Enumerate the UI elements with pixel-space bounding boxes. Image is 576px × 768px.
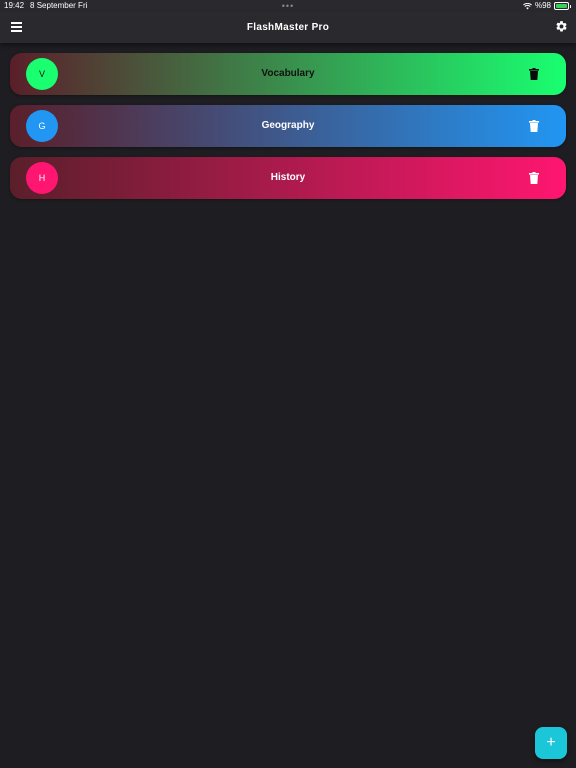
status-bar: 19:42 8 September Fri ••• %98 — [0, 0, 576, 12]
gear-icon[interactable] — [555, 20, 568, 33]
battery-percent: %98 — [534, 1, 551, 10]
multitasking-dots-icon[interactable]: ••• — [0, 0, 576, 12]
deck-card-vocabulary[interactable]: V Vocabulary — [10, 53, 566, 95]
deck-title: History — [270, 172, 306, 183]
battery-cap — [570, 4, 571, 8]
app-title: FlashMaster Pro — [246, 22, 330, 33]
trash-icon[interactable] — [529, 68, 539, 80]
battery-icon — [554, 2, 569, 10]
add-deck-button[interactable]: + — [535, 727, 567, 759]
deck-list: V Vocabulary G Geography H History — [10, 53, 566, 209]
deck-title: Vocabulary — [261, 68, 315, 79]
deck-card-history[interactable]: H History — [10, 157, 566, 199]
plus-icon: + — [546, 734, 556, 751]
wifi-icon — [523, 2, 532, 9]
deck-card-geography[interactable]: G Geography — [10, 105, 566, 147]
trash-icon[interactable] — [529, 172, 539, 184]
deck-title: Geography — [261, 120, 315, 131]
app-bar: FlashMaster Pro — [0, 12, 576, 43]
trash-icon[interactable] — [529, 120, 539, 132]
status-indicators: %98 — [523, 0, 571, 12]
